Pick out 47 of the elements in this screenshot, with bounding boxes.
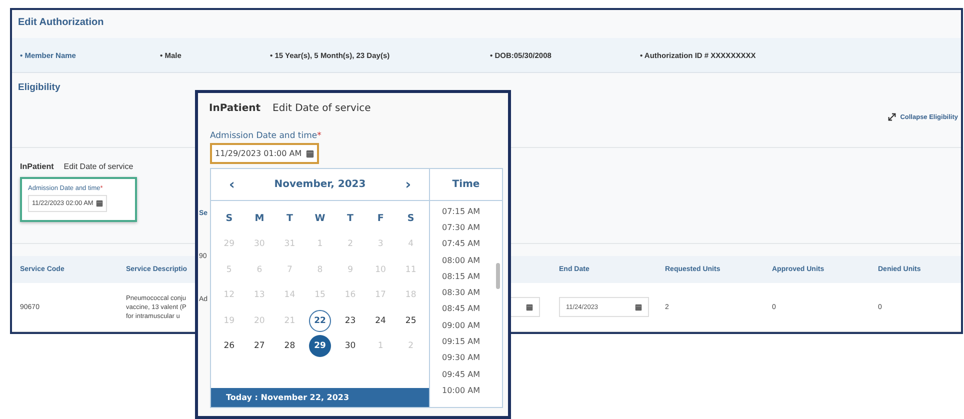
edit-date-link[interactable]: Edit Date of service — [64, 162, 134, 171]
calendar-icon[interactable] — [96, 200, 104, 207]
weekday-label: S — [224, 212, 234, 226]
month-title: November, 2023 — [274, 179, 366, 190]
time-option[interactable]: 09:15 AM — [430, 333, 502, 350]
weekday-label: W — [314, 212, 326, 226]
edit-date-link[interactable]: Edit Date of service — [272, 103, 371, 114]
time-option[interactable]: 09:00 AM — [430, 317, 502, 334]
prev-month-button[interactable]: ‹ — [225, 176, 239, 192]
weekday-label: M — [254, 212, 266, 226]
calendar-day[interactable]: 23 — [339, 310, 362, 332]
time-option[interactable]: 08:30 AM — [430, 284, 502, 301]
time-option[interactable]: 08:15 AM — [430, 268, 502, 284]
time-option[interactable]: 08:45 AM — [430, 300, 502, 318]
time-header: Time — [430, 169, 502, 201]
today-bar[interactable]: Today : November 22, 2023 — [211, 388, 429, 407]
calendar-day[interactable]: 28 — [278, 335, 301, 358]
time-option[interactable]: 07:30 AM — [430, 219, 502, 236]
inpatient-tab[interactable]: InPatient — [209, 103, 261, 114]
collapse-icon — [888, 113, 896, 121]
calendar-day[interactable]: 22 — [308, 310, 331, 332]
weekday-label: T — [346, 212, 355, 226]
weekday-label: S — [406, 212, 416, 226]
calendar-icon[interactable] — [635, 304, 642, 310]
inpatient-tab[interactable]: InPatient — [20, 162, 54, 171]
date-time-field[interactable]: 11/29/2023 01:00 AM — [210, 143, 319, 164]
weekday-label: T — [285, 212, 294, 226]
time-option[interactable]: 08:00 AM — [430, 252, 502, 268]
time-option[interactable]: 10:00 AM — [430, 382, 502, 399]
section-title: Eligibility — [17, 81, 62, 95]
time-option[interactable]: 09:30 AM — [430, 350, 502, 366]
weekday-label: F — [376, 212, 385, 226]
time-option[interactable]: 09:45 AM — [430, 366, 502, 382]
time-option[interactable]: 07:15 AM — [430, 203, 502, 220]
calendar-day[interactable]: 29 — [308, 335, 331, 358]
scrollbar-thumb[interactable] — [496, 263, 500, 289]
calendar-icon[interactable] — [306, 150, 314, 158]
calendar-day[interactable]: 30 — [339, 335, 362, 358]
field-label: Admission Date and time* — [210, 131, 322, 141]
page-title: Edit Authorization — [17, 16, 105, 30]
time-option[interactable]: 07:45 AM — [430, 236, 502, 252]
calendar-day[interactable]: 24 — [370, 310, 392, 332]
calendar-day[interactable]: 26 — [218, 335, 240, 358]
calendar-day[interactable]: 25 — [400, 310, 422, 332]
calendar-day[interactable]: 27 — [248, 335, 270, 358]
next-month-button[interactable]: › — [401, 176, 415, 192]
calendar-icon[interactable] — [526, 304, 533, 310]
